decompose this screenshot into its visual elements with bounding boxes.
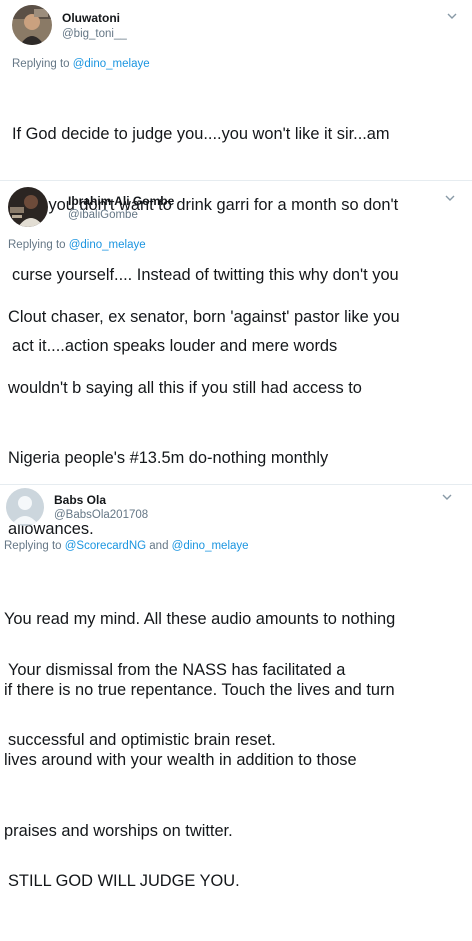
- tweet-ibrahim-ali-gombe[interactable]: Ibrahim Ali Gombe @ibaliGombe Replying t…: [0, 181, 472, 890]
- tweet-text-line: If God decide to judge you....you won't …: [12, 125, 390, 143]
- avatar-babs-ola[interactable]: [6, 488, 44, 526]
- replying-prefix: Replying to: [8, 239, 69, 251]
- author-name[interactable]: Ibrahim Ali Gombe: [68, 194, 174, 208]
- tweet-oluwatoni[interactable]: Oluwatoni @big_toni__ Replying to @dino_…: [0, 0, 472, 355]
- replying-prefix: Replying to: [4, 540, 65, 552]
- tweet-text: You read my mind. All these audio amount…: [4, 561, 395, 890]
- avatar-ibrahim-ali-gombe[interactable]: [8, 187, 48, 227]
- mention-link[interactable]: @dino_melaye: [69, 239, 146, 251]
- replying-to: Replying to @dino_melaye: [8, 239, 146, 251]
- tweet-text-line: if there is no true repentance. Touch th…: [4, 680, 395, 699]
- tweet-text-line: You read my mind. All these audio amount…: [4, 610, 396, 628]
- tweet-babs-ola[interactable]: Babs Ola @BabsOla201708 Replying to @Sco…: [0, 485, 472, 840]
- chevron-down-icon[interactable]: [447, 12, 457, 20]
- tweet-text-line: wouldn't b saying all this if you still …: [8, 378, 362, 397]
- author-handle[interactable]: @BabsOla201708: [54, 509, 148, 521]
- author-handle[interactable]: @big_toni__: [62, 28, 127, 40]
- tweet-divider: [0, 484, 472, 485]
- avatar-oluwatoni[interactable]: [12, 5, 52, 45]
- author-name[interactable]: Oluwatoni: [62, 11, 120, 25]
- mention-link[interactable]: @dino_melaye: [73, 58, 150, 70]
- replying-to: Replying to @dino_melaye: [12, 58, 150, 70]
- mention-link[interactable]: @dino_melaye: [172, 540, 249, 552]
- mention-link[interactable]: @ScorecardNG: [65, 540, 146, 552]
- chevron-down-icon[interactable]: [442, 493, 452, 501]
- tweet-text-line: praises and worships on twitter.: [4, 821, 233, 840]
- replying-prefix: Replying to: [12, 58, 73, 70]
- tweet-text-line: lives around with your wealth in additio…: [4, 751, 357, 769]
- author-name[interactable]: Babs Ola: [54, 493, 106, 507]
- mention-joiner: and: [146, 540, 172, 552]
- tweet-divider: [0, 180, 472, 181]
- replying-to: Replying to @ScorecardNG and @dino_melay…: [4, 540, 249, 552]
- tweet-text-line: Nigeria people's #13.5m do-nothing month…: [8, 449, 329, 467]
- tweet-text-line: Clout chaser, ex senator, born 'against'…: [8, 308, 400, 326]
- chevron-down-icon[interactable]: [445, 194, 455, 202]
- author-handle[interactable]: @ibaliGombe: [68, 209, 138, 221]
